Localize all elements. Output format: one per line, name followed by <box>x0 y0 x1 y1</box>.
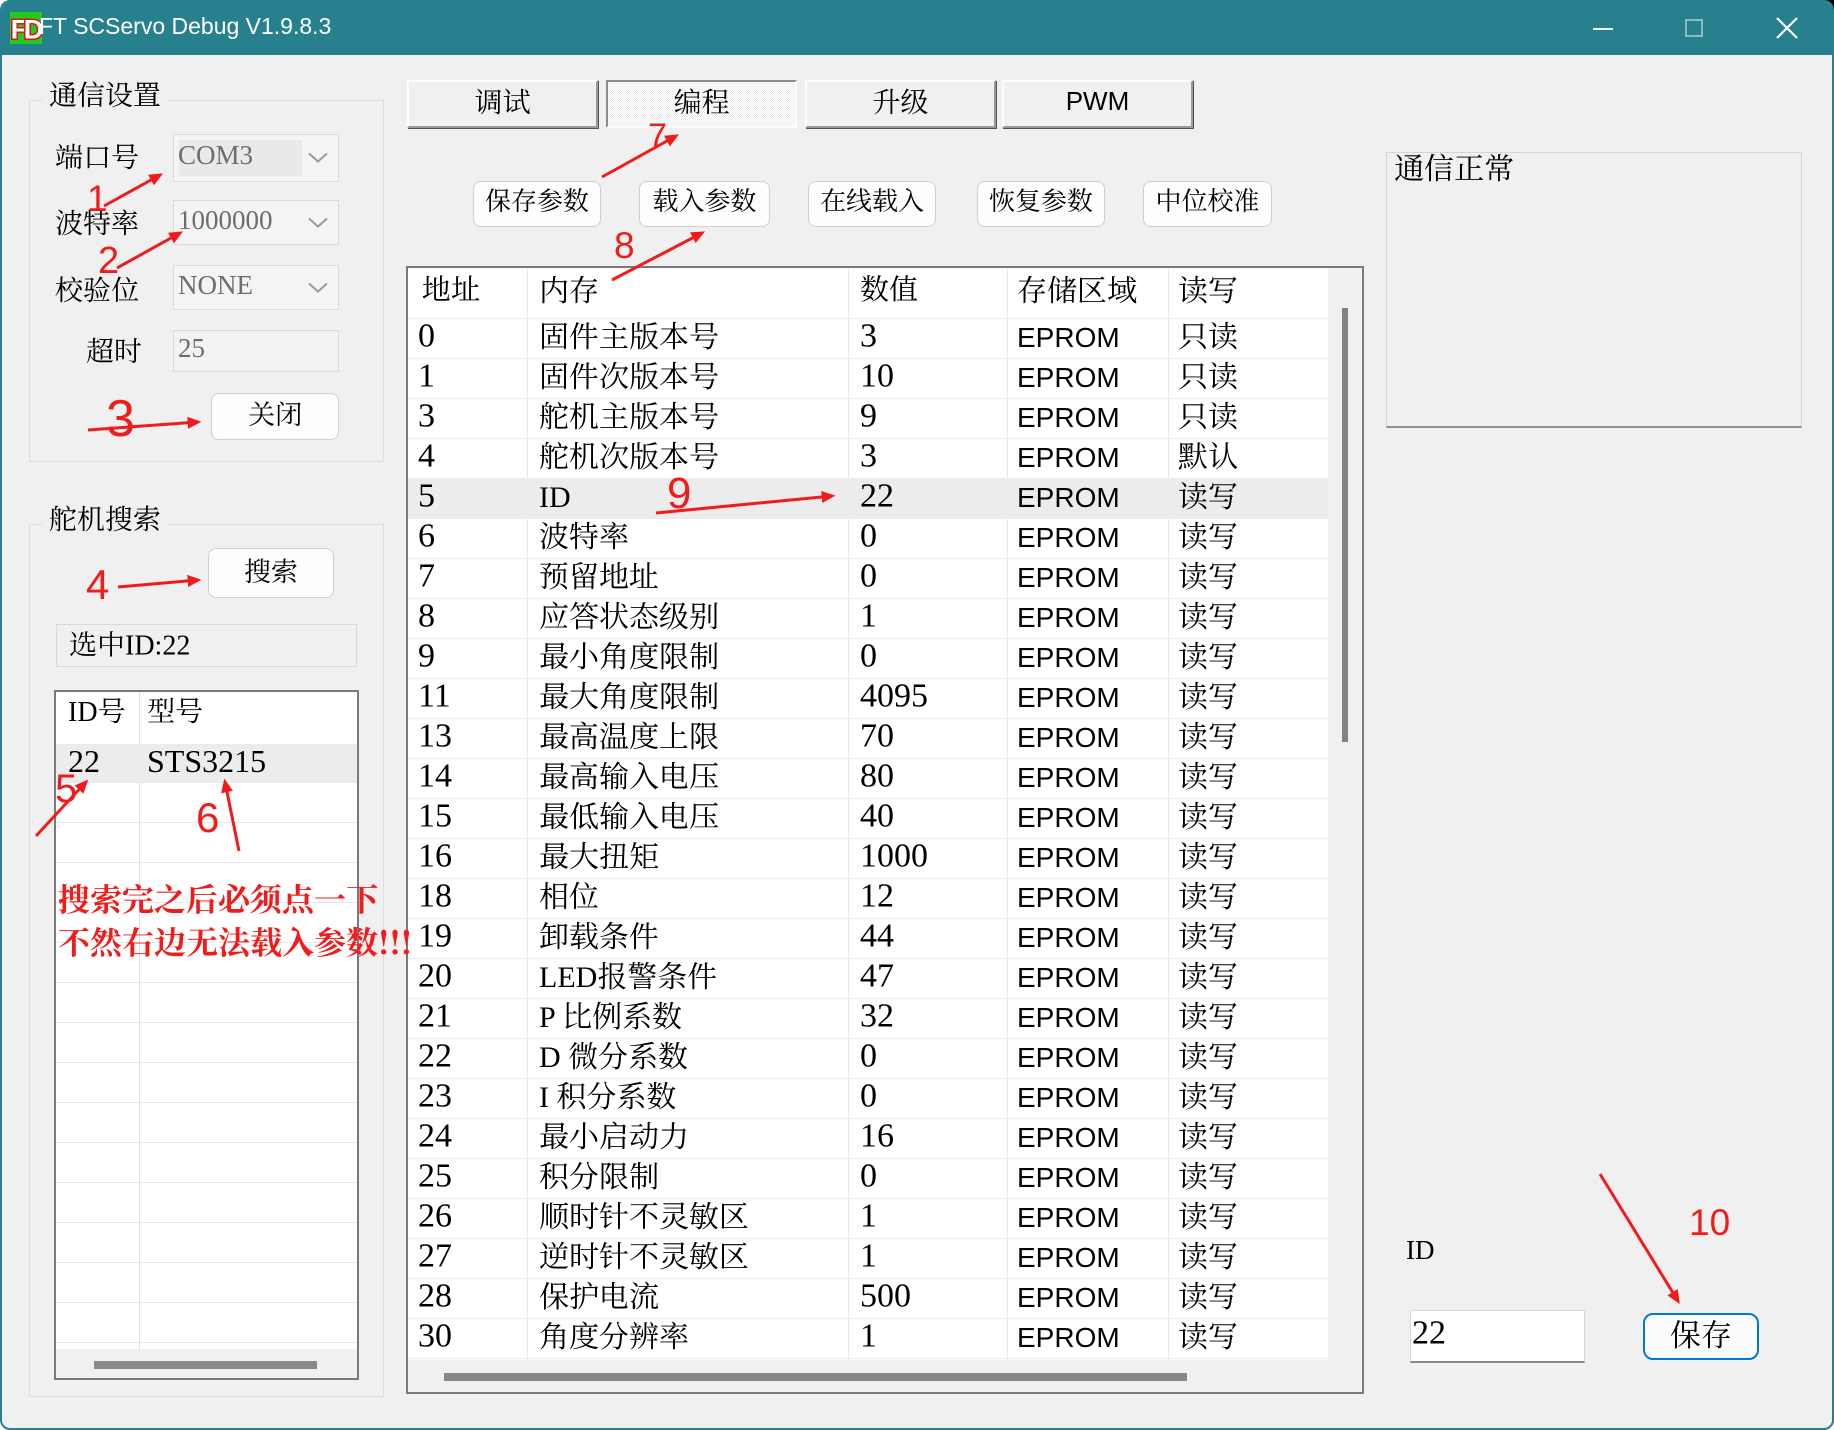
svg-text:8: 8 <box>614 225 635 266</box>
svg-text:10: 10 <box>1689 1202 1730 1243</box>
